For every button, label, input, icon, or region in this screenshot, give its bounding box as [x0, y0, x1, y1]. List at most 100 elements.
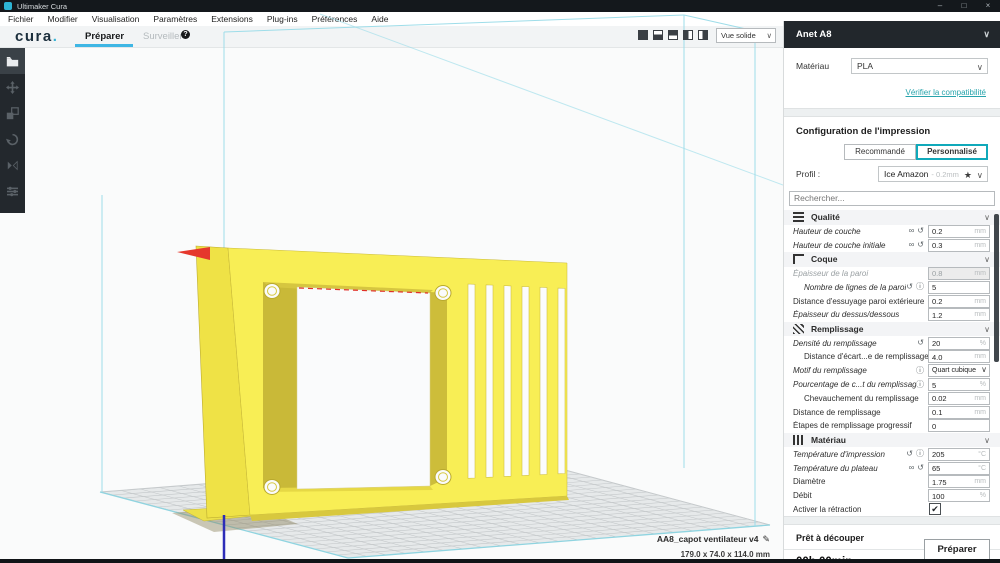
maximize-button[interactable]: □ — [952, 0, 976, 12]
per-model-settings-button[interactable] — [0, 178, 25, 204]
setting-value: 1.75 — [932, 478, 947, 487]
setting-input[interactable]: 0.2mm — [928, 295, 990, 308]
profile-dropdown[interactable]: Ice Amazon- 0.2mm ★ ∨ — [878, 166, 988, 182]
tab-surveiller[interactable]: Surveiller — [143, 31, 183, 42]
layer-height-icon — [793, 212, 804, 222]
menu-extensions[interactable]: Extensions — [211, 14, 253, 24]
setting-input[interactable]: 1.2mm — [928, 308, 990, 321]
left-toolbar — [0, 48, 25, 213]
setting-input[interactable]: 0 — [928, 419, 990, 432]
open-file-button[interactable] — [0, 48, 25, 74]
minimize-button[interactable]: – — [928, 0, 952, 12]
view-left-icon[interactable] — [683, 30, 693, 40]
setting-label: Épaisseur du dessus/dessous — [793, 310, 928, 319]
setting-value: 0.02 — [932, 394, 947, 403]
star-icon[interactable]: ★ — [964, 168, 972, 182]
setting-label: Hauteur de couche initiale — [793, 241, 909, 250]
menu-pr-f-rences[interactable]: Préférences — [312, 14, 358, 24]
info-icon[interactable]: ⓘ — [916, 449, 924, 459]
scale-button[interactable] — [0, 100, 25, 126]
setting-unit: % — [980, 340, 986, 347]
setting-label: Épaisseur de la paroi — [793, 269, 928, 278]
print-settings-panel: Anet A8 ∨ Matériau PLA ∨ Vérifier la com… — [783, 21, 1000, 559]
move-button[interactable] — [0, 74, 25, 100]
menu-fichier[interactable]: Fichier — [8, 14, 34, 24]
recommended-button[interactable]: Recommandé — [844, 144, 916, 160]
prepare-button[interactable]: Préparer — [924, 539, 990, 560]
setting-row-densit-du-remplissage: Densité du remplissage↺ 20% — [784, 336, 1000, 350]
setting-input[interactable]: 4.0mm — [928, 350, 990, 363]
setting-select[interactable]: Quart cubique∨ — [928, 364, 990, 377]
setting-label: Densité du remplissage — [793, 339, 917, 348]
setting-row-activer-la-r-traction: Activer la rétraction✔ — [784, 503, 1000, 517]
view-3d-icon[interactable] — [638, 30, 648, 40]
setting-input[interactable]: 0.3mm — [928, 239, 990, 252]
revert-icon[interactable]: ↺ — [917, 226, 924, 236]
help-badge-icon[interactable]: ? — [181, 30, 190, 39]
menu-visualisation[interactable]: Visualisation — [92, 14, 140, 24]
settings-category-mat-riau[interactable]: Matériau∨ — [784, 433, 1000, 448]
settings-list: Qualité∨Hauteur de couche∞↺0.2mmHauteur … — [784, 210, 1000, 516]
tab-preparer[interactable]: Préparer — [85, 31, 124, 42]
setting-value: 0.3 — [932, 241, 942, 250]
edit-pencil-icon[interactable]: ✎ — [762, 534, 770, 544]
overhang-marker — [177, 247, 210, 260]
link-icon[interactable]: ∞ — [909, 226, 915, 236]
material-dropdown[interactable]: PLA ∨ — [851, 58, 988, 74]
setting-input[interactable]: 0.8mm — [928, 267, 990, 280]
setting-input[interactable]: 0.2mm — [928, 225, 990, 238]
setting-input[interactable]: 20% — [928, 337, 990, 350]
revert-icon[interactable]: ↺ — [906, 449, 913, 459]
setting-row-diam-tre: Diamètre1.75mm — [784, 475, 1000, 489]
menu-param-tres[interactable]: Paramètres — [153, 14, 197, 24]
info-icon[interactable]: ⓘ — [916, 366, 924, 376]
menu-aide[interactable]: Aide — [371, 14, 388, 24]
setting-value: 1.2 — [932, 311, 942, 320]
settings-category-coque[interactable]: Coque∨ — [784, 252, 1000, 267]
settings-category-qualit[interactable]: Qualité∨ — [784, 210, 1000, 225]
view-top-icon[interactable] — [668, 30, 678, 40]
setting-row-chevauchement-du-remplissage: Chevauchement du remplissage0.02mm — [784, 391, 1000, 405]
search-input[interactable] — [789, 191, 995, 206]
printer-selector[interactable]: Anet A8 ∨ — [784, 21, 1000, 48]
link-icon[interactable]: ∞ — [909, 240, 915, 250]
setting-label: Hauteur de couche — [793, 227, 909, 236]
setting-input[interactable]: 1.75mm — [928, 475, 990, 488]
setting-input[interactable]: 205°C — [928, 448, 990, 461]
custom-button[interactable]: Personnalisé — [916, 144, 988, 160]
rotate-button[interactable] — [0, 126, 25, 152]
setting-unit: mm — [974, 270, 986, 277]
model-fan-cover[interactable] — [172, 246, 569, 532]
info-icon[interactable]: ⓘ — [916, 380, 924, 390]
setting-input[interactable]: 0.02mm — [928, 392, 990, 405]
setting-value: 100 — [932, 492, 945, 501]
setting-input[interactable]: 0.1mm — [928, 406, 990, 419]
setting-row-distance-d-cart-e-de-remplissage: Distance d'écart...e de remplissage4.0mm — [784, 350, 1000, 364]
view-mode-dropdown[interactable]: Vue solide ∨ — [716, 28, 776, 43]
link-icon[interactable]: ∞ — [909, 463, 915, 473]
checkbox[interactable]: ✔ — [929, 503, 941, 515]
setting-input[interactable]: 5 — [928, 281, 990, 294]
revert-icon[interactable]: ↺ — [906, 282, 913, 292]
settings-scrollbar[interactable] — [994, 214, 999, 362]
view-right-icon[interactable] — [698, 30, 708, 40]
setting-row-distance-de-remplissage: Distance de remplissage0.1mm — [784, 405, 1000, 419]
setting-input[interactable]: 5% — [928, 378, 990, 391]
setting-input[interactable]: 65°C — [928, 462, 990, 475]
shell-icon — [793, 254, 804, 264]
setting-unit: °C — [978, 451, 986, 458]
view-front-icon[interactable] — [653, 30, 663, 40]
revert-icon[interactable]: ↺ — [917, 338, 924, 348]
revert-icon[interactable]: ↺ — [917, 240, 924, 250]
setting-input[interactable]: 100% — [928, 489, 990, 502]
info-icon[interactable]: ⓘ — [916, 282, 924, 292]
settings-category-remplissage[interactable]: Remplissage∨ — [784, 322, 1000, 337]
compatibility-link[interactable]: Vérifier la compatibilité — [906, 88, 986, 97]
mirror-button[interactable] — [0, 152, 25, 178]
revert-icon[interactable]: ↺ — [917, 463, 924, 473]
model-info: AA8_capot ventilateur v4✎ 179.0 x 74.0 x… — [657, 529, 770, 559]
view-mode-value: Vue solide — [721, 31, 756, 40]
close-button[interactable]: × — [976, 0, 1000, 12]
menu-modifier[interactable]: Modifier — [48, 14, 78, 24]
menu-plug-ins[interactable]: Plug-ins — [267, 14, 298, 24]
